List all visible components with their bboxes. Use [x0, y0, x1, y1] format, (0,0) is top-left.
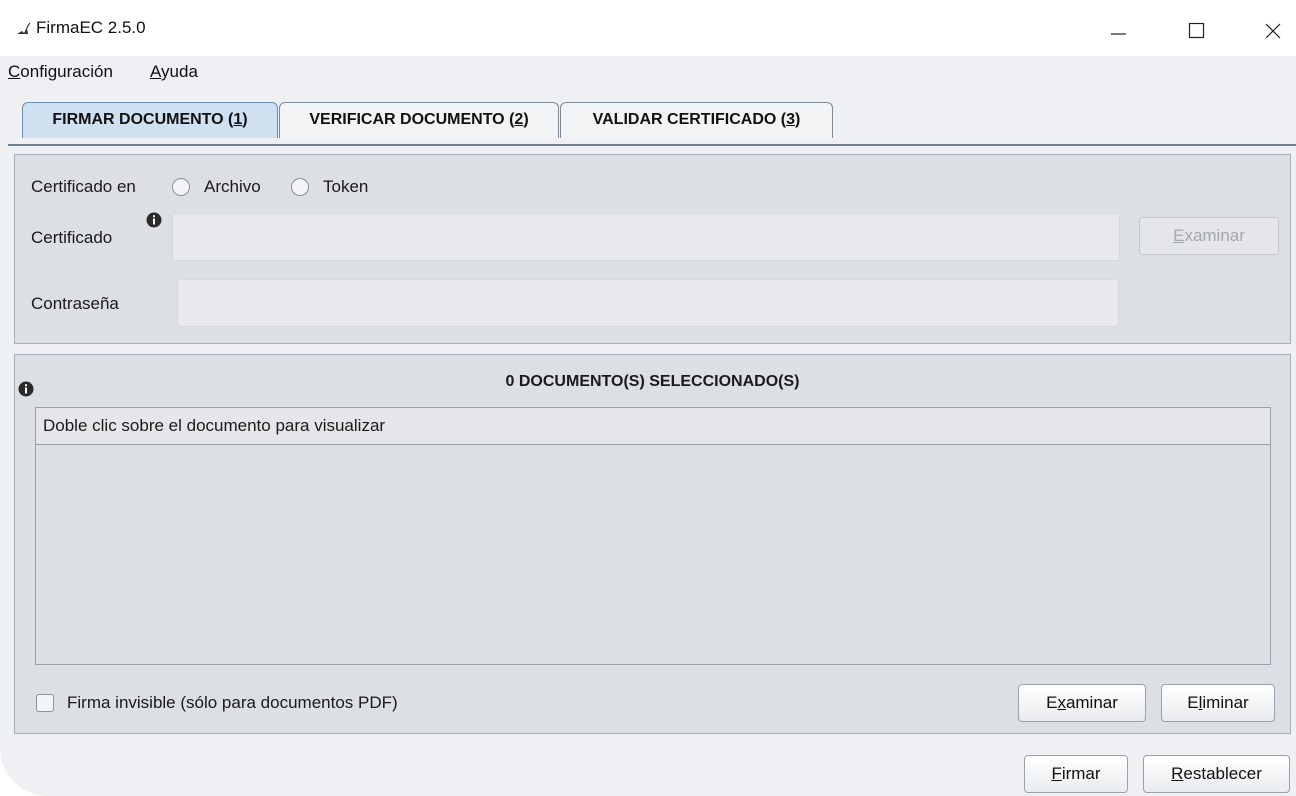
eliminar-documents-button[interactable]: Eliminar: [1161, 684, 1275, 722]
menu-ayuda[interactable]: Ayuda: [150, 62, 198, 82]
app-window: FirmaEC 2.5.0 Configuración Ayuda FIRMAR…: [0, 0, 1296, 796]
tab-verificar-documento[interactable]: VERIFICAR DOCUMENTO (2): [279, 102, 559, 138]
certificate-source-label: Certificado en: [31, 177, 136, 196]
radio-archivo[interactable]: [172, 178, 190, 196]
tab-divider: [8, 144, 1296, 146]
app-signature-icon: [17, 22, 31, 35]
maximize-button[interactable]: [1174, 10, 1220, 50]
firmar-button[interactable]: Firmar: [1024, 755, 1128, 793]
examinar-documents-button[interactable]: Examinar: [1018, 684, 1146, 722]
browse-certificate-button[interactable]: Examinar: [1139, 217, 1279, 255]
certificate-label: Certificado: [31, 228, 113, 247]
radio-token[interactable]: [291, 178, 309, 196]
tab-bar: FIRMAR DOCUMENTO (1) VERIFICAR DOCUMENTO…: [0, 90, 1296, 146]
info-icon[interactable]: [146, 212, 162, 228]
documents-panel: 0 DOCUMENTO(S) SELECCIONADO(S) Doble cli…: [14, 354, 1291, 734]
radio-archivo-label[interactable]: Archivo: [204, 177, 261, 197]
menu-configuracion[interactable]: Configuración: [8, 62, 113, 82]
minimize-icon: [1111, 33, 1126, 35]
title-bar: FirmaEC 2.5.0: [0, 0, 1296, 56]
minimize-button[interactable]: [1096, 10, 1142, 50]
tab-firmar-documento[interactable]: FIRMAR DOCUMENTO (1): [22, 102, 278, 138]
maximize-icon: [1188, 22, 1205, 39]
documents-list-header: Doble clic sobre el documento para visua…: [36, 408, 1270, 445]
password-label: Contraseña: [31, 294, 119, 313]
invisible-signature-checkbox[interactable]: [36, 694, 54, 712]
certificate-path-field[interactable]: [172, 213, 1120, 261]
close-icon: [1265, 23, 1281, 39]
password-field[interactable]: [177, 279, 1119, 327]
certificate-panel: Certificado en Archivo Token Certificado…: [14, 154, 1291, 344]
restablecer-button[interactable]: Restablecer: [1143, 755, 1290, 793]
radio-token-label[interactable]: Token: [323, 177, 368, 197]
documents-list[interactable]: Doble clic sobre el documento para visua…: [35, 407, 1271, 665]
menu-bar: Configuración Ayuda: [0, 56, 1296, 90]
invisible-signature-label[interactable]: Firma invisible (sólo para documentos PD…: [67, 693, 398, 713]
close-button[interactable]: [1250, 10, 1296, 50]
tab-validar-certificado[interactable]: VALIDAR CERTIFICADO (3): [560, 102, 833, 138]
window-title: FirmaEC 2.5.0: [36, 18, 146, 37]
documents-count-title: 0 DOCUMENTO(S) SELECCIONADO(S): [505, 373, 800, 390]
